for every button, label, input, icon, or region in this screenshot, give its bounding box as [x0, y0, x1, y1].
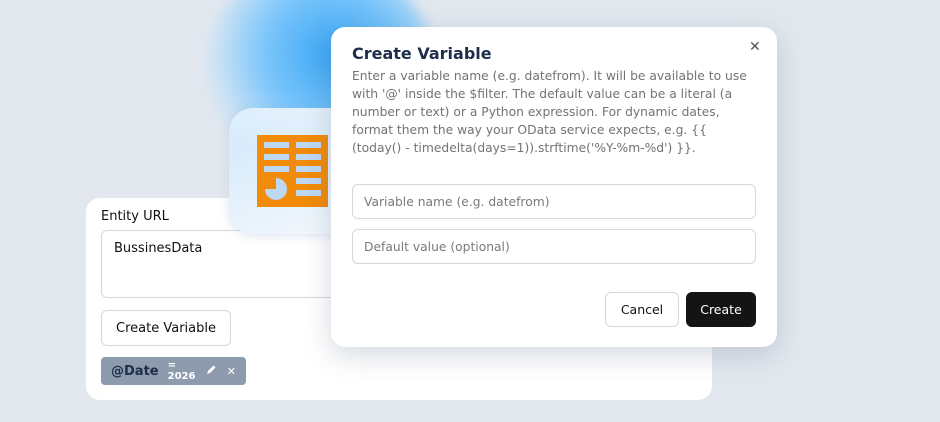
entity-url-label: Entity URL	[101, 209, 169, 224]
dialog-title: Create Variable	[352, 44, 492, 63]
create-variable-dialog: Create Variable ✕ Enter a variable name …	[331, 27, 777, 347]
variable-chip: @Date = 2026 ✕	[101, 357, 246, 385]
variable-chip-value: = 2026	[167, 360, 196, 382]
cancel-button[interactable]: Cancel	[605, 292, 679, 327]
entity-url-value: BussinesData	[114, 241, 203, 256]
default-value-input[interactable]	[352, 229, 756, 264]
create-variable-button[interactable]: Create Variable	[101, 310, 231, 346]
variable-chip-name: @Date	[111, 363, 159, 379]
close-icon[interactable]: ✕	[749, 39, 761, 55]
variable-name-input[interactable]	[352, 184, 756, 219]
entity-url-field[interactable]: BussinesData	[101, 230, 341, 298]
create-button[interactable]: Create	[686, 292, 756, 327]
close-icon[interactable]: ✕	[227, 365, 236, 378]
dialog-description: Enter a variable name (e.g. datefrom). I…	[352, 69, 747, 155]
pencil-icon[interactable]	[206, 364, 217, 378]
